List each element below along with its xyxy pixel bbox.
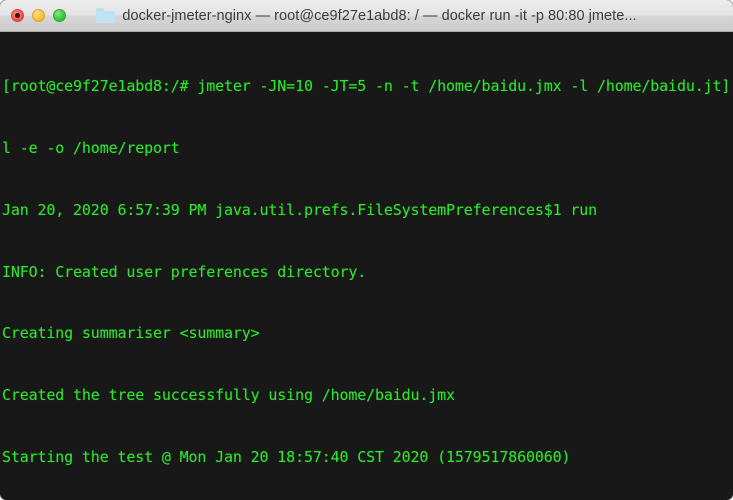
- terminal-window: docker-jmeter-nginx — root@ce9f27e1abd8:…: [0, 0, 733, 500]
- maximize-button[interactable]: [53, 9, 66, 22]
- terminal-line: INFO: Created user preferences directory…: [2, 262, 367, 281]
- folder-icon: [96, 8, 116, 23]
- terminal-line: Starting the test @ Mon Jan 20 18:57:40 …: [2, 447, 571, 466]
- window-titlebar[interactable]: docker-jmeter-nginx — root@ce9f27e1abd8:…: [0, 0, 733, 32]
- terminal-line: l -e -o /home/report: [2, 138, 180, 157]
- window-title-container: docker-jmeter-nginx — root@ce9f27e1abd8:…: [0, 0, 733, 31]
- terminal-line: Jan 20, 2020 6:57:39 PM java.util.prefs.…: [2, 200, 598, 219]
- window-title: docker-jmeter-nginx — root@ce9f27e1abd8:…: [122, 7, 637, 24]
- terminal-body[interactable]: [root@ce9f27e1abd8:/# jmeter -JN=10 -JT=…: [0, 32, 733, 500]
- terminal-screen: [root@ce9f27e1abd8:/# jmeter -JN=10 -JT=…: [2, 35, 733, 500]
- minimize-button[interactable]: [32, 9, 45, 22]
- close-button[interactable]: [11, 9, 24, 22]
- window-controls: [11, 9, 66, 22]
- terminal-line: Creating summariser <summary>: [2, 324, 260, 343]
- terminal-line: [root@ce9f27e1abd8:/# jmeter -JN=10 -JT=…: [2, 77, 731, 96]
- terminal-line: Created the tree successfully using /hom…: [2, 386, 455, 405]
